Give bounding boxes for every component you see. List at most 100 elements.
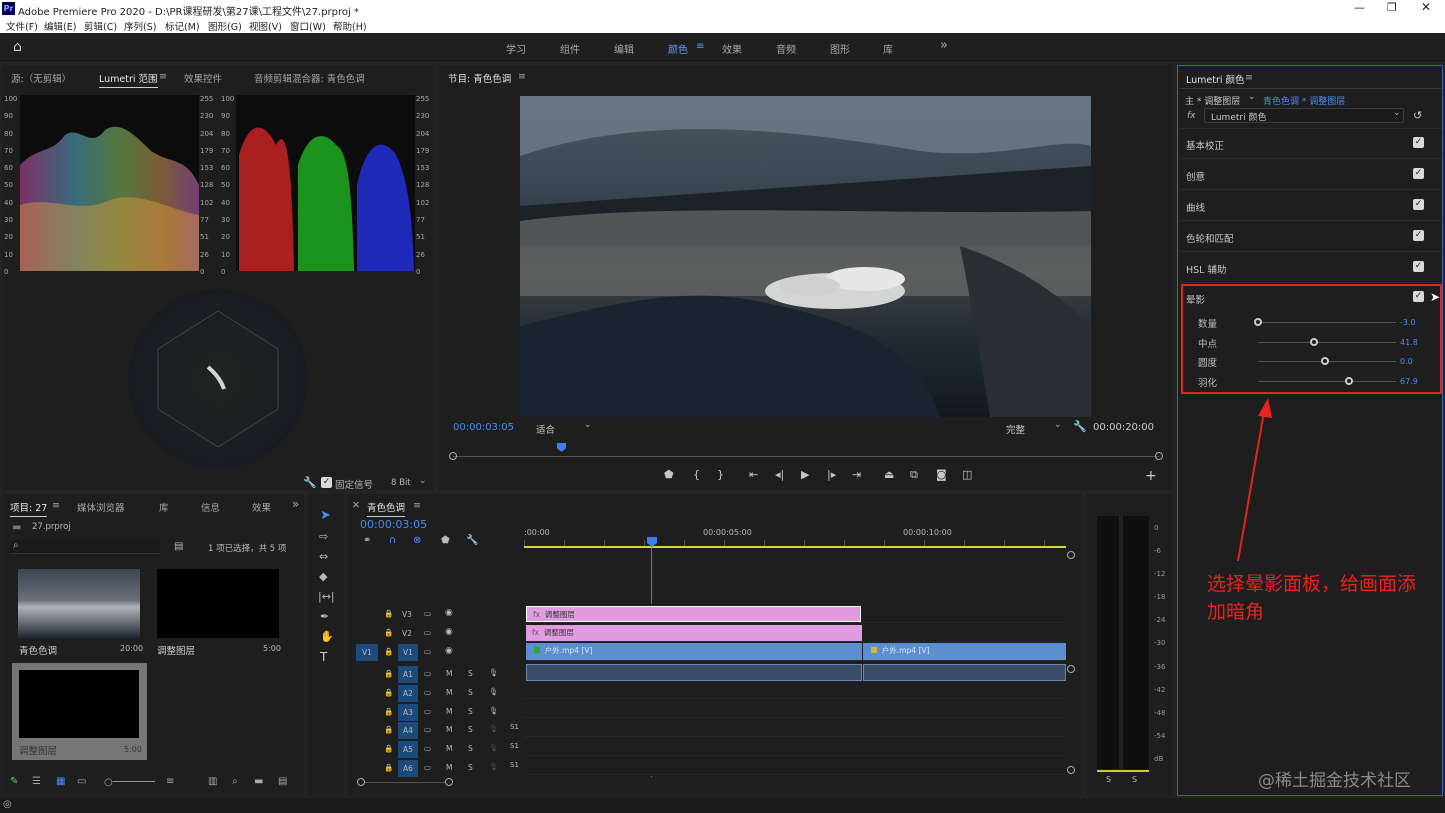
timeline-timecode[interactable]: 00:00:03:05 (360, 518, 427, 531)
workspace-graphics[interactable]: 图形 (830, 41, 850, 56)
track-select-tool-icon[interactable]: ⇨ (319, 530, 328, 543)
selection-tool-icon[interactable]: ➤ (320, 508, 331, 523)
solo-button[interactable]: S (468, 744, 473, 753)
clip-v3-adjustment[interactable]: fx 调整图层 (526, 606, 861, 622)
timeline-ruler[interactable] (524, 540, 1066, 548)
program-scrub-bar[interactable] (453, 456, 1159, 457)
quality-chevron-icon[interactable]: ⌄ (1054, 420, 1062, 430)
section-color-wheels[interactable]: 色轮和匹配 (1186, 231, 1234, 245)
hsl-secondary-checkbox[interactable]: ✓ (1413, 261, 1424, 272)
mic-icon[interactable]: 🎙 (489, 706, 499, 715)
zoom-slider[interactable]: ○─────── (104, 777, 155, 788)
menu-marker[interactable]: 标记(M) (165, 19, 200, 33)
sync-lock-icon[interactable]: ▭ (424, 725, 431, 734)
tab-project[interactable]: 项目: 27 (10, 500, 48, 517)
sequence-clip-link[interactable]: 青色色调 * 调整图层 (1263, 94, 1345, 107)
play-icon[interactable]: ▶ (801, 468, 809, 481)
scrub-start-handle[interactable] (449, 452, 457, 460)
lift-icon[interactable]: ⏏ (884, 468, 894, 481)
timeline-close-icon[interactable]: ✕ (352, 500, 360, 511)
mic-icon[interactable]: 🎙 (489, 668, 499, 677)
mute-button[interactable]: M (446, 725, 452, 734)
workspace-audio[interactable]: 音频 (776, 41, 796, 56)
comparison-view-icon[interactable]: ◫ (962, 468, 972, 481)
export-frame-icon[interactable]: ◙ (936, 468, 947, 481)
tab-effects[interactable]: 效果 (252, 500, 271, 514)
lock-icon[interactable]: 🔒 (384, 647, 393, 656)
solo-button[interactable]: S (468, 763, 473, 772)
hscroll-right-handle[interactable] (445, 778, 453, 786)
pencil-icon[interactable]: ✎ (10, 776, 18, 787)
eye-icon[interactable]: ◉ (445, 627, 453, 637)
scroll-handle-right-v2[interactable] (1067, 766, 1075, 774)
go-to-in-icon[interactable]: ⇤ (749, 468, 758, 481)
project-item-thumb-1[interactable] (18, 569, 140, 638)
settings-wrench-icon[interactable]: 🔧 (1073, 420, 1087, 433)
eye-icon[interactable]: ◉ (445, 646, 453, 656)
tab-effect-controls[interactable]: 效果控件 (184, 71, 222, 85)
section-curves[interactable]: 曲线 (1186, 200, 1205, 214)
scrub-end-handle[interactable] (1155, 452, 1163, 460)
home-icon[interactable]: ⌂ (13, 39, 22, 55)
step-forward-icon[interactable]: |▸ (827, 468, 836, 481)
new-bin-bottom-icon[interactable]: ▬ (254, 776, 263, 787)
source-patch-v1[interactable]: V1 (356, 644, 378, 661)
timeline-settings-icon[interactable]: 🔧 (466, 535, 478, 546)
mute-button[interactable]: M (446, 669, 452, 678)
solo-button[interactable]: S (468, 688, 473, 697)
automate-icon[interactable]: ▥ (208, 776, 217, 787)
sync-lock-icon[interactable]: ▭ (424, 628, 431, 637)
lock-icon[interactable]: 🔒 (384, 628, 393, 637)
sort-icon[interactable]: ≡ (166, 776, 174, 787)
freeform-view-icon[interactable]: ▭ (77, 776, 86, 787)
mic-icon[interactable]: 🎙 (489, 687, 499, 696)
lock-icon[interactable]: 🔒 (384, 763, 393, 772)
workspace-color[interactable]: 颜色 (668, 41, 688, 56)
add-marker-timeline-icon[interactable]: ⬟ (441, 535, 450, 546)
eye-icon[interactable]: ◉ (445, 608, 453, 618)
timeline-hscroll[interactable] (365, 782, 445, 783)
workspace-effects[interactable]: 效果 (722, 41, 742, 56)
bit-depth-chevron-icon[interactable]: ⌄ (419, 476, 427, 486)
menu-sequence[interactable]: 序列(S) (124, 19, 156, 33)
solo-button[interactable]: S (468, 725, 473, 734)
sync-lock-icon[interactable]: ▭ (424, 707, 431, 716)
add-button-icon[interactable]: + (1145, 468, 1157, 484)
timeline-menu-icon[interactable]: ≡ (413, 500, 421, 511)
wrench-icon[interactable]: 🔧 (303, 476, 317, 489)
mute-button[interactable]: M (446, 763, 452, 772)
add-marker-icon[interactable]: ⬟ (664, 468, 674, 481)
mic-icon[interactable]: 🎙 (489, 762, 499, 771)
effect-select[interactable]: Lumetri 颜色 ⌄ (1204, 108, 1404, 123)
mic-icon[interactable]: 🎙 (489, 743, 499, 752)
workspace-libraries[interactable]: 库 (883, 41, 893, 56)
find-icon[interactable]: ⌕ (232, 776, 238, 787)
mark-out-icon[interactable]: } (717, 468, 724, 481)
lumetri-menu-icon[interactable]: ≡ (1245, 72, 1253, 83)
basic-correction-checkbox[interactable]: ✓ (1413, 137, 1424, 148)
pen-tool-icon[interactable]: ✒ (320, 610, 329, 623)
clip-v2-adjustment[interactable]: fx 调整图层 (526, 625, 862, 641)
icon-view-icon[interactable]: ▦ (56, 776, 65, 787)
timeline-scroll-top-handle[interactable] (1067, 551, 1075, 559)
section-creative[interactable]: 创意 (1186, 169, 1205, 183)
type-tool-icon[interactable]: T (320, 650, 327, 664)
meter-solo-right[interactable]: S (1132, 775, 1137, 784)
lumetri-title[interactable]: Lumetri 颜色 (1186, 72, 1245, 88)
master-chevron-icon[interactable]: ⌄ (1248, 92, 1256, 102)
mic-icon[interactable]: 🎙 (489, 724, 499, 733)
more-workspaces-icon[interactable]: » (940, 38, 948, 53)
clip-a1-b[interactable] (863, 664, 1066, 681)
color-wheels-checkbox[interactable]: ✓ (1413, 230, 1424, 241)
sync-lock-icon[interactable]: ▭ (424, 647, 431, 656)
tab-audio-mixer[interactable]: 音频剪辑混合器: 青色色调 (254, 71, 365, 85)
step-back-icon[interactable]: ◂| (775, 468, 784, 481)
ripple-edit-tool-icon[interactable]: ⇔ (319, 550, 328, 563)
mute-button[interactable]: M (446, 744, 452, 753)
project-item-thumb-2[interactable] (157, 569, 279, 638)
workspace-menu-icon[interactable]: ≡ (696, 41, 704, 52)
reset-icon[interactable]: ↺ (1413, 109, 1422, 122)
section-hsl-secondary[interactable]: HSL 辅助 (1186, 262, 1227, 276)
snap-icon[interactable]: ∩ (389, 535, 396, 546)
clamp-signal-checkbox[interactable]: ✓ (321, 477, 332, 488)
